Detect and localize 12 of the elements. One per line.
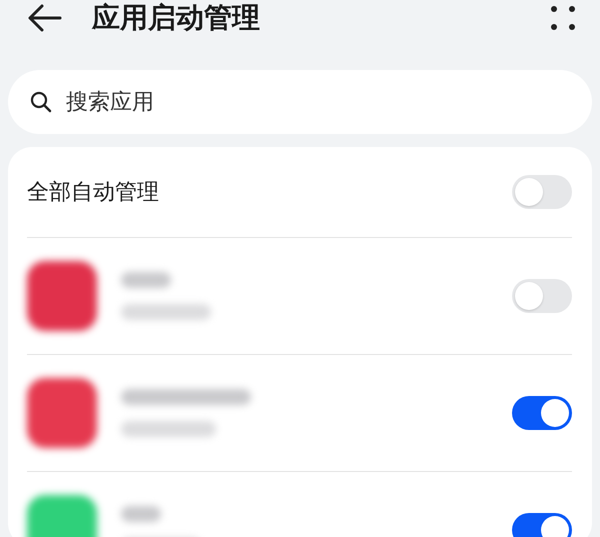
page-title: 应用启动管理 <box>92 0 261 36</box>
toggle-switch[interactable] <box>512 513 572 537</box>
search-icon <box>30 91 52 113</box>
back-icon[interactable] <box>28 4 62 32</box>
more-icon[interactable] <box>548 3 578 33</box>
setting-label: 全部自动管理 <box>27 179 160 207</box>
blurred-app-name <box>121 506 161 522</box>
search-field[interactable]: 搜索应用 <box>8 70 592 134</box>
toggle-switch[interactable] <box>512 175 572 209</box>
toggle-switch[interactable] <box>512 279 572 313</box>
toggle-switch[interactable] <box>512 396 572 430</box>
blurred-app-name <box>121 272 171 288</box>
